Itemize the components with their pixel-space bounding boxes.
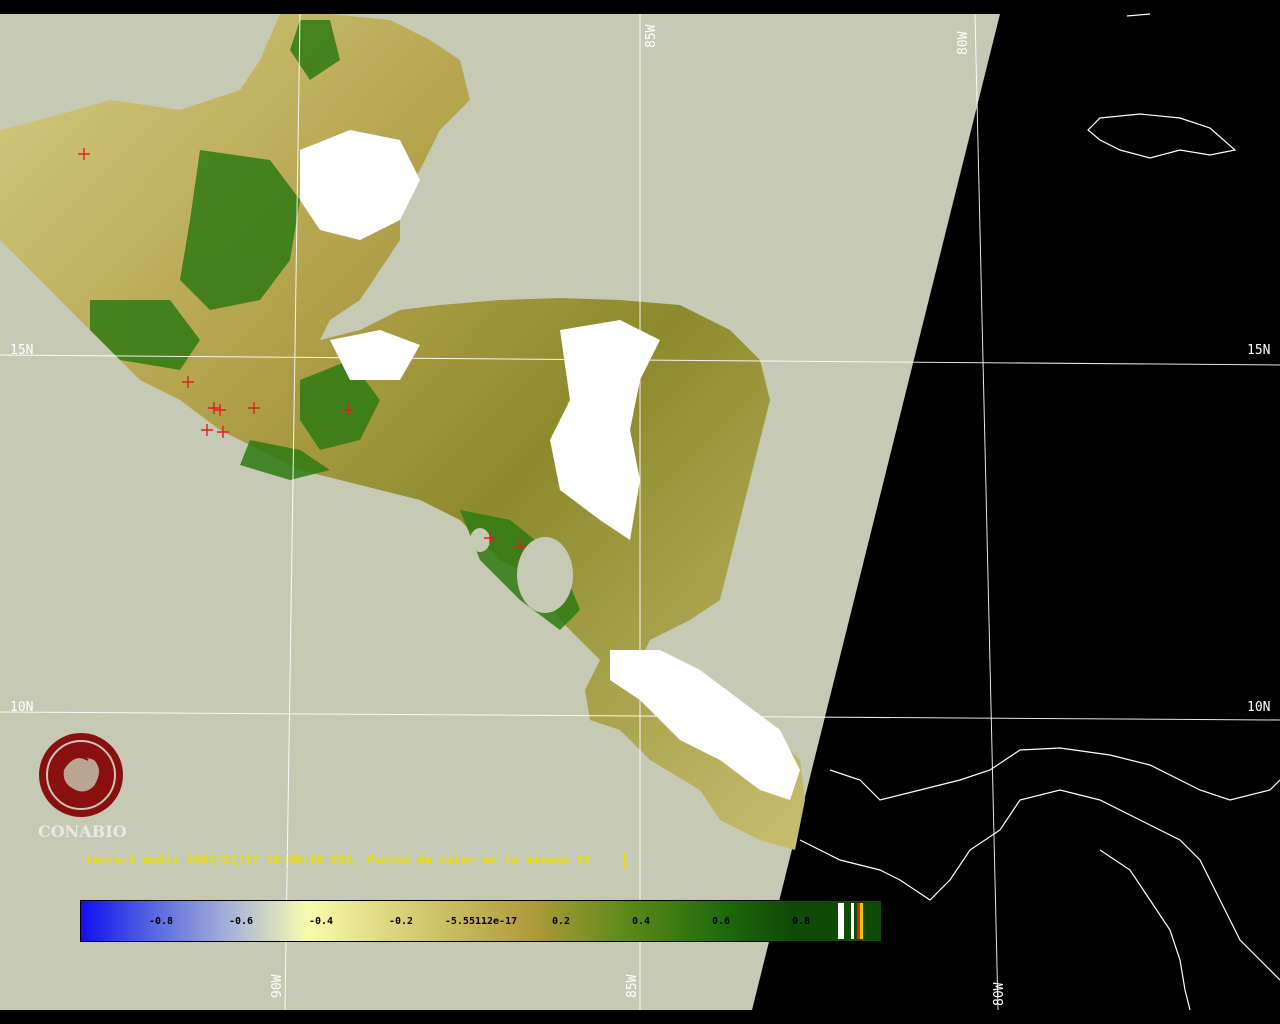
lat-label-10n: 10N <box>10 700 34 715</box>
conabio-logo-icon <box>39 733 123 817</box>
colorbar-tick: -0.4 <box>308 916 334 927</box>
colorbar-tick: -0.8 <box>148 916 174 927</box>
colorbar-tick: 0.8 <box>791 916 811 927</box>
lon-label-85w-top: 85W <box>644 24 659 48</box>
colorbar-tick: 0.6 <box>711 916 731 927</box>
lat-label-15n: 15N <box>10 343 34 358</box>
scene-caption: terra-1 modis 2007/11/17 16:40:58 EVI, P… <box>51 851 625 870</box>
colorbar-tick: 0.2 <box>551 916 571 927</box>
lat-label-10n-right: 10N <box>1247 700 1271 715</box>
colorbar-tick: -5.55112e-17 <box>444 916 518 927</box>
satellite-map <box>0 0 1280 1024</box>
colorbar-tick: 0.4 <box>631 916 651 927</box>
colorbar-tick: -0.6 <box>228 916 254 927</box>
colorbar-tick: -0.2 <box>388 916 414 927</box>
colorbar: -0.8 -0.6 -0.4 -0.2 -5.55112e-17 0.2 0.4… <box>80 900 882 942</box>
lon-label-90w-bottom: 90W <box>270 974 285 998</box>
lon-label-85w-bottom: 85W <box>625 974 640 998</box>
lat-label-15n-right: 15N <box>1247 343 1271 358</box>
lon-label-80w-bottom: 80W <box>992 982 1007 1006</box>
lon-label-80w-top: 80W <box>956 31 971 55</box>
logo-label: CONABIO <box>38 822 127 841</box>
